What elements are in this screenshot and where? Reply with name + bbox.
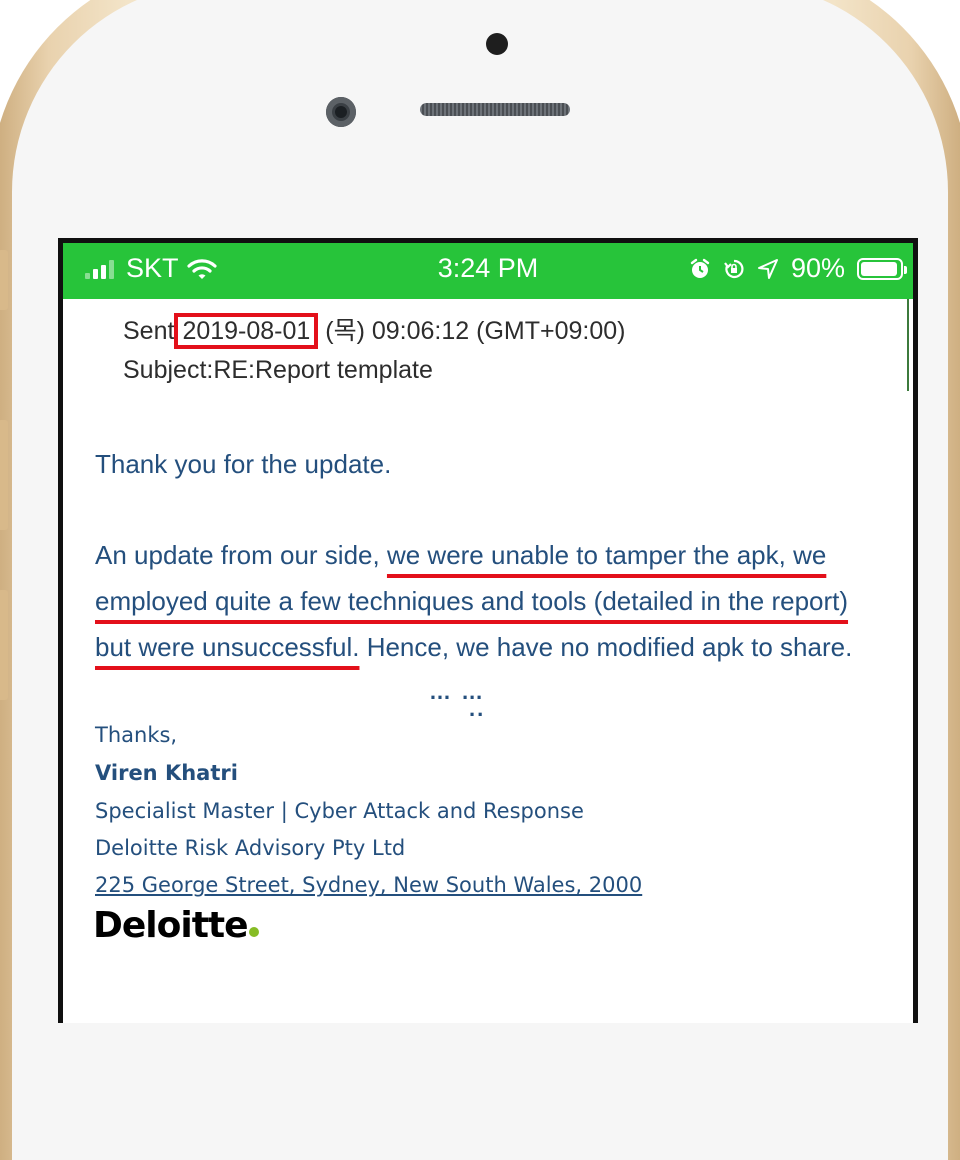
phone-screen: SKT 3:24 PM 90% Sent 2019-08-01 (목) 09:0… — [58, 238, 918, 1023]
status-bar: SKT 3:24 PM 90% — [63, 243, 913, 299]
volume-down-button — [0, 590, 8, 700]
sender-company: Deloitte Risk Advisory Pty Ltd — [95, 836, 406, 860]
volume-up-button — [0, 420, 8, 530]
proximity-sensor — [486, 33, 508, 55]
alarm-icon — [690, 258, 710, 278]
logo-dot — [248, 927, 259, 937]
body-intro: An update from our side, — [95, 540, 387, 570]
ellipsis-marker-2: .. — [469, 696, 486, 721]
front-camera-icon — [326, 97, 356, 127]
scroll-indicator — [907, 299, 909, 391]
deloitte-logo: Deloitte — [93, 905, 259, 946]
location-icon — [757, 258, 778, 279]
sent-line: Sent 2019-08-01 (목) 09:06:12 (GMT+09:00) — [123, 311, 626, 349]
sign-off: Thanks, — [95, 723, 178, 747]
sent-time: (목) 09:06:12 (GMT+09:00) — [318, 317, 626, 345]
sender-name: Viren Khatri — [95, 761, 238, 785]
status-right: 90% — [689, 253, 907, 284]
battery-icon — [857, 257, 907, 280]
side-button — [0, 250, 8, 310]
body-rest: Hence, we have no modified apk to share. — [359, 632, 853, 662]
sent-date-highlight: 2019-08-01 — [174, 313, 319, 349]
battery-percent: 90% — [790, 253, 845, 283]
sent-label: Sent — [123, 317, 175, 345]
subject-line: Subject:RE:Report template — [123, 356, 433, 384]
earpiece-speaker — [420, 103, 570, 116]
sender-address-link[interactable]: 225 George Street, Sydney, New South Wal… — [95, 873, 642, 897]
sender-title: Specialist Master | Cyber Attack and Res… — [95, 799, 584, 823]
message-body: An update from our side, we were unable … — [95, 532, 885, 670]
rotation-lock-icon — [724, 259, 744, 278]
message-greeting: Thank you for the update. — [95, 449, 392, 479]
